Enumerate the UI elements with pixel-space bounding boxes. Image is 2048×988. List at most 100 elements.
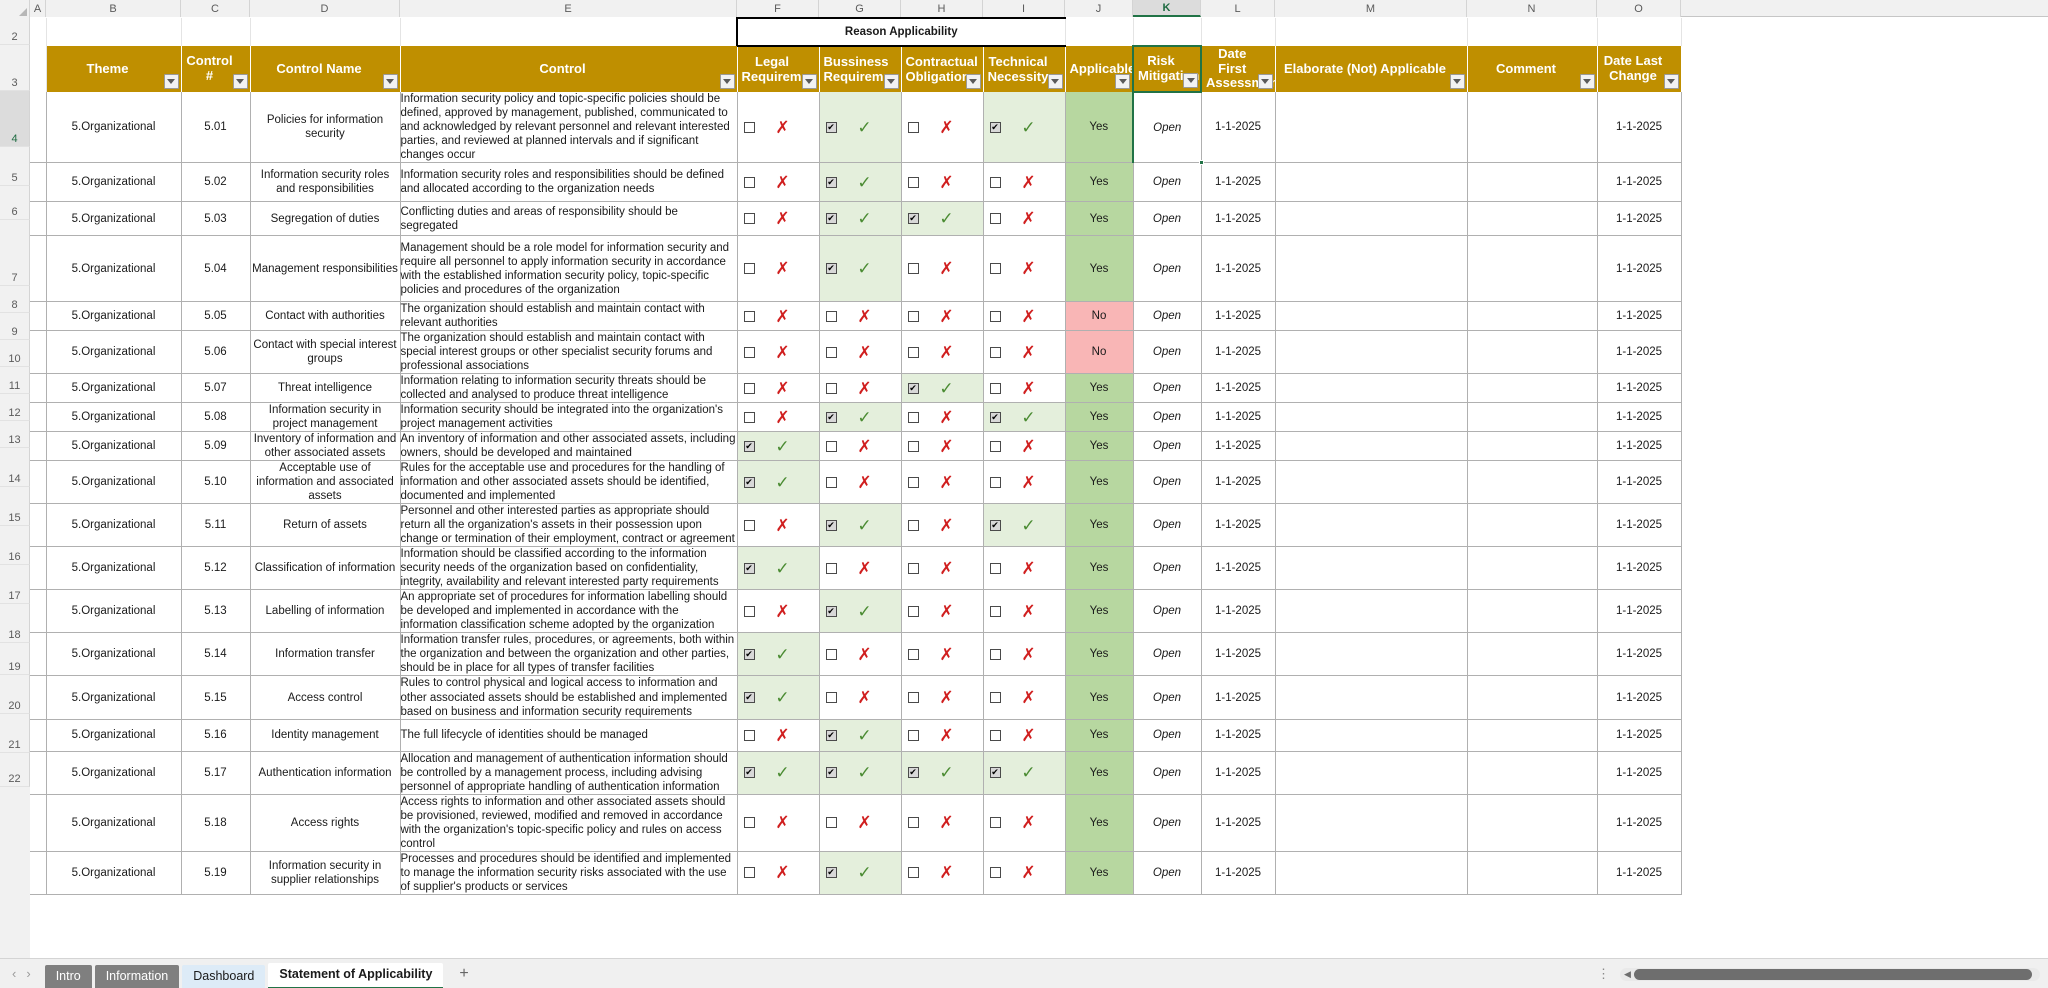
cell-risk-mitigation[interactable]: Open	[1133, 330, 1202, 375]
horizontal-scrollbar-thumb[interactable]	[1634, 968, 2032, 980]
cell-date-first-assessment[interactable]: 1-1-2025	[1201, 546, 1276, 591]
header-date-first-assessment[interactable]: Date First Assessmen	[1201, 46, 1276, 92]
reason-cell[interactable]: ✗	[983, 330, 1066, 375]
checkbox-unchecked-icon[interactable]	[825, 648, 837, 660]
checkbox-unchecked-icon[interactable]	[743, 310, 755, 322]
checkbox-unchecked-icon[interactable]	[989, 382, 1001, 394]
row-header-12[interactable]: 12	[0, 394, 30, 421]
header-control[interactable]: Control	[400, 46, 738, 92]
cell-theme[interactable]: 5.Organizational	[46, 92, 182, 164]
header-risk-mitigation[interactable]: Risk Mitigation	[1132, 45, 1202, 93]
cell-comment[interactable]	[1467, 632, 1598, 677]
checkbox-unchecked-icon[interactable]	[989, 310, 1001, 322]
column-header-e[interactable]: E	[400, 0, 737, 17]
table-row[interactable]: 5.Organizational 5.10 Acceptable use of in…	[30, 460, 1682, 505]
cell-date-last-change[interactable]: 1-1-2025	[1597, 235, 1682, 303]
cell-control-name[interactable]: Management responsibilities	[250, 235, 401, 303]
checkbox-checked-icon[interactable]	[907, 213, 919, 225]
column-header-d[interactable]: D	[250, 0, 400, 17]
cell-risk-mitigation[interactable]: Open	[1133, 675, 1202, 720]
cell-theme[interactable]: 5.Organizational	[46, 851, 182, 895]
checkbox-checked-icon[interactable]	[825, 263, 837, 275]
checkbox-unchecked-icon[interactable]	[907, 310, 919, 322]
header-control-number[interactable]: Control #	[181, 46, 251, 92]
checkbox-unchecked-icon[interactable]	[989, 476, 1001, 488]
reason-cell[interactable]: ✗	[819, 373, 902, 404]
checkbox-unchecked-icon[interactable]	[907, 867, 919, 879]
cell-theme[interactable]: 5.Organizational	[46, 431, 182, 462]
table-row[interactable]: 5.Organizational 5.13 Labelling of informa…	[30, 589, 1682, 634]
checkbox-unchecked-icon[interactable]	[907, 476, 919, 488]
row-gutter-cell[interactable]	[30, 851, 47, 895]
reason-cell[interactable]: ✓	[901, 201, 984, 237]
cell-control-name[interactable]: Acceptable use of information and associ…	[250, 460, 401, 505]
cell-risk-mitigation[interactable]: Open	[1133, 301, 1202, 332]
cell-applicable[interactable]: Yes	[1065, 675, 1134, 720]
reason-cell[interactable]: ✓	[737, 632, 820, 677]
cell-elaborate-not-applicable[interactable]	[1275, 460, 1468, 505]
cell-risk-mitigation[interactable]: Open	[1133, 794, 1202, 852]
row-header-2[interactable]: 2	[0, 17, 30, 45]
cell-control-number[interactable]: 5.06	[181, 330, 251, 375]
cell-comment[interactable]	[1467, 546, 1598, 591]
cell-control-number[interactable]: 5.12	[181, 546, 251, 591]
tab-overflow-dots-icon[interactable]: ⋮	[1587, 967, 1620, 980]
reason-cell[interactable]: ✗	[737, 589, 820, 634]
row-gutter-cell[interactable]	[30, 460, 47, 505]
reason-cell[interactable]: ✗	[737, 330, 820, 375]
cell-control-name[interactable]: Labelling of information	[250, 589, 401, 634]
checkbox-unchecked-icon[interactable]	[989, 176, 1001, 188]
reason-cell[interactable]: ✓	[819, 503, 902, 548]
checkbox-unchecked-icon[interactable]	[743, 121, 755, 133]
column-header-l[interactable]: L	[1201, 0, 1275, 17]
reason-cell[interactable]: ✗	[901, 162, 984, 203]
table-row[interactable]: 5.Organizational 5.14 Information transfer…	[30, 632, 1682, 677]
cell-control-description[interactable]: The organization should establish and ma…	[400, 330, 738, 375]
reason-cell[interactable]: ✓	[819, 851, 902, 895]
checkbox-unchecked-icon[interactable]	[907, 176, 919, 188]
cell-control-name[interactable]: Authentication information	[250, 751, 401, 795]
cell-elaborate-not-applicable[interactable]	[1275, 162, 1468, 203]
reason-cell[interactable]: ✗	[983, 201, 1066, 237]
table-row[interactable]: 5.Organizational 5.15 Access control Rules …	[30, 675, 1682, 720]
cell-theme[interactable]: 5.Organizational	[46, 373, 182, 404]
row-gutter-cell[interactable]	[30, 301, 47, 332]
table-row[interactable]: 5.Organizational 5.06 Contact with special…	[30, 330, 1682, 375]
cell-control-description[interactable]: Information security roles and responsib…	[400, 162, 738, 203]
cell-date-last-change[interactable]: 1-1-2025	[1597, 632, 1682, 677]
cell-risk-mitigation[interactable]: Open	[1133, 632, 1202, 677]
cell-control-name[interactable]: Policies for information security	[250, 92, 401, 164]
cell-risk-mitigation[interactable]: Open	[1133, 402, 1202, 433]
cell-elaborate-not-applicable[interactable]	[1275, 794, 1468, 852]
checkbox-checked-icon[interactable]	[825, 176, 837, 188]
cell-control-description[interactable]: An appropriate set of procedures for inf…	[400, 589, 738, 634]
row-gutter-cell[interactable]	[30, 503, 47, 548]
cell-applicable[interactable]: Yes	[1065, 546, 1134, 591]
reason-cell[interactable]: ✓	[983, 402, 1066, 433]
cell-comment[interactable]	[1467, 431, 1598, 462]
row-gutter-cell[interactable]	[30, 675, 47, 720]
reason-cell[interactable]: ✗	[983, 632, 1066, 677]
reason-cell[interactable]: ✗	[737, 201, 820, 237]
checkbox-unchecked-icon[interactable]	[989, 213, 1001, 225]
cell-date-first-assessment[interactable]: 1-1-2025	[1201, 794, 1276, 852]
row-gutter-cell[interactable]	[30, 330, 47, 375]
checkbox-unchecked-icon[interactable]	[825, 310, 837, 322]
cell-comment[interactable]	[1467, 675, 1598, 720]
cell-date-last-change[interactable]: 1-1-2025	[1597, 373, 1682, 404]
checkbox-unchecked-icon[interactable]	[907, 411, 919, 423]
checkbox-unchecked-icon[interactable]	[907, 648, 919, 660]
reason-cell[interactable]: ✗	[901, 632, 984, 677]
cell-applicable[interactable]: No	[1065, 330, 1134, 375]
header-technical-necessity[interactable]: Technical Necessity	[983, 46, 1066, 92]
sheet-tab-intro[interactable]: Intro	[44, 964, 92, 988]
add-sheet-button[interactable]: +	[443, 965, 484, 983]
cell-theme[interactable]: 5.Organizational	[46, 546, 182, 591]
cell-theme[interactable]: 5.Organizational	[46, 503, 182, 548]
row-header-21[interactable]: 21	[0, 714, 30, 753]
checkbox-checked-icon[interactable]	[907, 382, 919, 394]
cell-control-number[interactable]: 5.03	[181, 201, 251, 237]
filter-dropdown-icon[interactable]	[232, 74, 248, 89]
cell-applicable[interactable]: Yes	[1065, 92, 1134, 164]
checkbox-checked-icon[interactable]	[825, 121, 837, 133]
